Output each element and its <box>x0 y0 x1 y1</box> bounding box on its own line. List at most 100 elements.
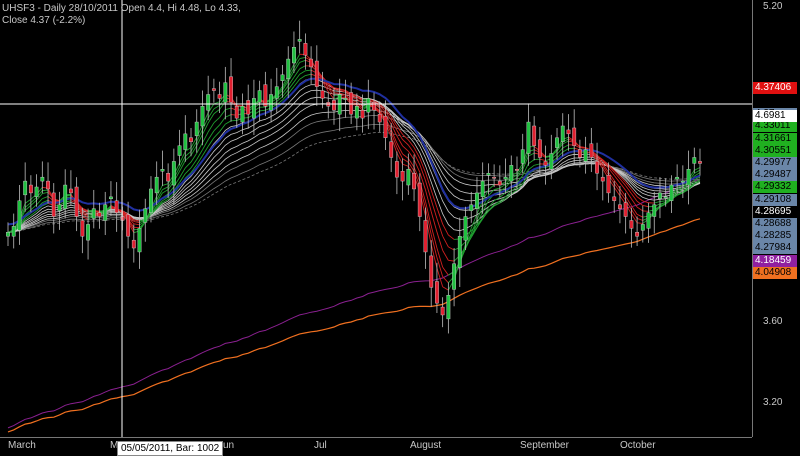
candle-body <box>498 181 501 185</box>
fast-moving-average-segment <box>162 184 168 186</box>
candle-body <box>630 220 633 228</box>
candle-body <box>46 181 49 189</box>
candle-body <box>321 91 324 99</box>
candle-body <box>195 122 198 136</box>
fast-moving-average-segment <box>162 190 168 193</box>
fast-moving-average-segment <box>643 205 649 206</box>
candle-body <box>104 205 107 221</box>
candle-body <box>349 93 352 115</box>
candle-body <box>561 126 564 142</box>
candle-body <box>675 177 678 179</box>
candle-body <box>281 75 284 81</box>
fast-moving-average-segment <box>214 105 220 108</box>
candle-body <box>81 220 84 236</box>
candle-body <box>6 232 9 236</box>
candle-body <box>201 106 204 126</box>
fast-moving-average-segment <box>42 192 48 193</box>
candle-body <box>687 169 690 185</box>
candle-body <box>664 197 667 198</box>
candle-body <box>252 98 255 118</box>
fast-moving-average-segment <box>300 71 306 74</box>
fast-moving-average-segment <box>534 164 540 165</box>
cursor-price-tag: 4.6981 <box>753 110 797 122</box>
fast-moving-average-segment <box>425 190 431 212</box>
fast-moving-average-segment <box>403 159 409 163</box>
candle-body <box>69 189 72 193</box>
candle-body <box>161 169 164 171</box>
candle-body <box>567 130 570 134</box>
fast-moving-average-segment <box>437 248 443 267</box>
candle-body <box>292 47 295 63</box>
fast-moving-average-segment <box>414 153 420 165</box>
candle-body <box>246 100 249 114</box>
candle-body <box>601 177 604 181</box>
x-tick-label: October <box>620 440 656 451</box>
candle-body <box>555 138 558 148</box>
candle-body <box>527 122 530 153</box>
x-tick-label: Jul <box>314 440 327 451</box>
fast-moving-average-segment <box>305 74 311 75</box>
fast-moving-average-segment <box>563 145 569 148</box>
fast-moving-average-segment <box>31 200 37 205</box>
series-value-tag: 4.30551 <box>753 145 797 157</box>
fast-moving-average-segment <box>300 66 306 69</box>
fast-moving-average-segment <box>494 188 500 189</box>
candle-body <box>287 59 290 79</box>
series-value-tag: 4.37406 <box>753 82 797 94</box>
fast-moving-average-segment <box>425 180 431 199</box>
fast-moving-average-segment <box>214 109 220 113</box>
fast-moving-average-segment <box>637 214 643 217</box>
candle-body <box>395 161 398 177</box>
candle-body <box>452 264 455 290</box>
fast-moving-average-segment <box>42 190 48 191</box>
candle-body <box>241 106 244 122</box>
candle-body <box>264 85 267 107</box>
candle-body <box>12 226 15 236</box>
x-tick-label: September <box>520 440 569 451</box>
fast-moving-average-segment <box>220 117 226 125</box>
fast-moving-average-segment <box>631 206 637 215</box>
moving-average-ribbon <box>8 116 700 233</box>
y-tick-label: 3.60 <box>763 316 782 327</box>
candle-body <box>206 94 209 110</box>
fast-moving-average-segment <box>214 125 220 131</box>
candle-body <box>464 217 467 241</box>
fast-moving-average-segment <box>443 250 449 260</box>
candle-body <box>510 165 513 181</box>
candle-body <box>572 128 575 146</box>
candle-body <box>149 189 152 213</box>
series-value-tag: 4.33011 <box>753 120 797 132</box>
fast-moving-average-segment <box>214 132 220 138</box>
series-value-tag: 4.28688 <box>753 218 797 230</box>
candle-body <box>544 161 547 165</box>
candle-body <box>435 281 438 303</box>
fast-moving-average-segment <box>305 70 311 71</box>
fast-moving-average-segment <box>403 140 409 145</box>
fast-moving-average-segment <box>162 187 168 190</box>
candle-body <box>607 175 610 193</box>
candle-body <box>155 177 158 193</box>
candle-body <box>407 169 410 185</box>
series-value-tag: 4.29332 <box>753 181 797 193</box>
fast-moving-average-segment <box>437 257 443 276</box>
fast-moving-average-segment <box>225 108 231 110</box>
fast-moving-average-segment <box>443 277 449 283</box>
fast-moving-average-segment <box>208 114 214 123</box>
stock-chart[interactable]: UHSF3 - Daily 28/10/2011 Open 4.4, Hi 4.… <box>0 0 800 455</box>
series-value-tag: 4.04908 <box>753 267 797 279</box>
candle-body <box>532 126 535 146</box>
candle-body <box>29 185 32 193</box>
fast-moving-average-segment <box>220 124 226 132</box>
candle-body <box>618 205 621 209</box>
candle-body <box>309 59 312 67</box>
fast-moving-average-segment <box>614 187 620 196</box>
y-tick-label: 5.20 <box>763 1 782 12</box>
candle-body <box>275 87 278 99</box>
fast-moving-average-segment <box>408 158 414 167</box>
price-plot[interactable] <box>0 0 800 455</box>
fast-moving-average-segment <box>431 190 437 207</box>
fast-moving-average-segment <box>220 102 226 110</box>
fast-moving-average-segment <box>528 160 534 164</box>
fast-moving-average-segment <box>225 115 231 118</box>
fast-moving-average-segment <box>300 57 306 58</box>
